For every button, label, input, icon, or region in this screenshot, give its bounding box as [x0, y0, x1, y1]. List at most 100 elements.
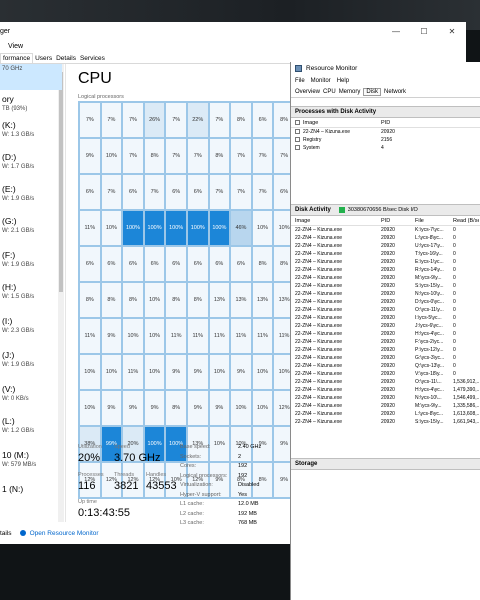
- col-image[interactable]: Image: [291, 120, 381, 126]
- processor-cell: 11%: [165, 318, 187, 354]
- processor-cell: 10%: [122, 318, 144, 354]
- disk-row[interactable]: 22-ZN4 – Kizuna.exe 20920 L:\ycs-8\yc... 0: [291, 234, 480, 242]
- spec-value: 2.40 GHz: [238, 444, 262, 450]
- open-resource-monitor-link[interactable]: Open Resource Monitor: [30, 530, 99, 537]
- select-all-checkbox[interactable]: [295, 119, 300, 125]
- disk-row[interactable]: 22-ZN4 – Kizuna.exe 20920 N:\ycs-10\y... 0: [291, 290, 480, 298]
- sidebar-item-sub: 70 GHz: [2, 66, 23, 72]
- disk-image: 22-ZN4 – Kizuna.exe: [295, 227, 342, 233]
- disk-row[interactable]: 22-ZN4 – Kizuna.exe 20920 O:\ycs-11\... 1,5…: [291, 378, 480, 386]
- menu-file[interactable]: File: [295, 78, 305, 84]
- process-row[interactable]: Registry 2156: [291, 136, 480, 144]
- col-file[interactable]: File: [415, 218, 453, 224]
- rm-title: Resource Monitor: [306, 65, 358, 72]
- processor-cell: 9%: [143, 390, 166, 426]
- disk-row[interactable]: 22-ZN4 – Kizuna.exe 20920 L:\ycs-8\yc... 1,…: [291, 410, 480, 418]
- disk-activity-title: Disk Activity: [295, 207, 331, 213]
- tab-memory[interactable]: Memory: [339, 89, 361, 95]
- disk-row[interactable]: 22-ZN4 – Kizuna.exe 20920 G:\ycs-3\yc... 0: [291, 354, 480, 362]
- processor-cell: 9%: [100, 390, 123, 426]
- tab-network[interactable]: Network: [384, 89, 406, 95]
- process-row[interactable]: System 4: [291, 144, 480, 152]
- disk-row[interactable]: 22-ZN4 – Kizuna.exe 20920 P:\ycs-12\y... 0: [291, 346, 480, 354]
- tab-details[interactable]: Details: [54, 54, 78, 63]
- col-pid[interactable]: PID: [381, 120, 415, 126]
- sidebar-item[interactable]: (D:) W: 1.7 GB/s: [0, 152, 62, 182]
- sidebar-item[interactable]: (V:) W: 0 KB/s: [0, 384, 62, 414]
- sidebar-item[interactable]: (G:) W: 2.1 GB/s: [0, 216, 62, 246]
- disk-row[interactable]: 22-ZN4 – Kizuna.exe 20920 S:\ycs-15\y... 1,…: [291, 418, 480, 426]
- processor-row: 10% 10% 11% 10% 9% 9% 10% 9% 10% 10%: [79, 354, 295, 390]
- processes-section-header[interactable]: Processes with Disk Activity: [291, 106, 480, 118]
- disk-activity-header[interactable]: Disk Activity 30380670656 B/sec Disk I/O: [291, 204, 480, 216]
- disk-image: 22-ZN4 – Kizuna.exe: [295, 267, 342, 273]
- disk-row[interactable]: 22-ZN4 – Kizuna.exe 20920 K:\ycs-7\yc... 0: [291, 226, 480, 234]
- disk-row[interactable]: 22-ZN4 – Kizuna.exe 20920 M:\ycs-9\y... 0: [291, 274, 480, 282]
- disk-row[interactable]: 22-ZN4 – Kizuna.exe 20920 S:\ycs-15\y... 0: [291, 282, 480, 290]
- window-controls: — ☐ ✕: [382, 22, 466, 40]
- disk-row[interactable]: 22-ZN4 – Kizuna.exe 20920 Q:\ycs-13\y... 0: [291, 362, 480, 370]
- process-image: Registry: [291, 137, 381, 143]
- disk-row[interactable]: 22-ZN4 – Kizuna.exe 20920 R:\ycs-14\y... 0: [291, 266, 480, 274]
- tab-overview[interactable]: Overview: [295, 89, 320, 95]
- sidebar-item[interactable]: (H:) W: 1.5 GB/s: [0, 282, 62, 312]
- sidebar-item[interactable]: (I:) W: 2.3 GB/s: [0, 316, 62, 346]
- tab-services[interactable]: Services: [78, 54, 107, 63]
- minimize-icon[interactable]: —: [382, 22, 410, 40]
- menu-help[interactable]: Help: [337, 78, 349, 84]
- disk-pid: 20920: [381, 339, 395, 345]
- disk-row[interactable]: 22-ZN4 – Kizuna.exe 20920 D:\ycs-0\yc... 0: [291, 298, 480, 306]
- disk-row[interactable]: 22-ZN4 – Kizuna.exe 20920 H:\ycs-4\yc... 1,…: [291, 386, 480, 394]
- col-image[interactable]: Image: [291, 218, 381, 224]
- processor-row: 7% 7% 7% 26% 7% 22% 7% 8% 6% 8%: [79, 102, 295, 138]
- sidebar-item[interactable]: 10 (M:) W: 579 MB/s: [0, 450, 62, 480]
- sidebar-item[interactable]: (K:) W: 1.3 GB/s: [0, 120, 62, 150]
- maximize-icon[interactable]: ☐: [410, 22, 438, 40]
- disk-row[interactable]: 22-ZN4 – Kizuna.exe 20920 N:\ycs-10\... 1,5…: [291, 394, 480, 402]
- disk-row[interactable]: 22-ZN4 – Kizuna.exe 20920 H:\ycs-4\yc... 0: [291, 330, 480, 338]
- disk-row[interactable]: 22-ZN4 – Kizuna.exe 20920 U:\ycs-17\y... 0: [291, 242, 480, 250]
- disk-row[interactable]: 22-ZN4 – Kizuna.exe 20920 J:\ycs-6\yc... 0: [291, 322, 480, 330]
- storage-section-header[interactable]: Storage: [291, 458, 480, 470]
- close-icon[interactable]: ✕: [438, 22, 466, 40]
- processor-cell: 8%: [230, 102, 252, 138]
- tab-users[interactable]: Users: [33, 54, 54, 63]
- sidebar-item-label: (J:): [2, 350, 15, 360]
- processor-cell: 9%: [186, 390, 209, 426]
- disk-read: 0: [453, 227, 456, 233]
- disk-row[interactable]: 22-ZN4 – Kizuna.exe 20920 T:\ycs-16\y... 0: [291, 250, 480, 258]
- processor-cell: 9%: [208, 390, 231, 426]
- disk-row[interactable]: 22-ZN4 – Kizuna.exe 20920 I:\ycs-5\yc... 0: [291, 314, 480, 322]
- tab-cpu[interactable]: CPU: [323, 89, 336, 95]
- col-read[interactable]: Read (B/sec): [453, 218, 479, 224]
- processor-cell: 10%: [251, 210, 274, 246]
- disk-row[interactable]: 22-ZN4 – Kizuna.exe 20920 F:\ycs-2\yc... 0: [291, 338, 480, 346]
- sidebar-item[interactable]: (E:) W: 1.9 GB/s: [0, 184, 62, 214]
- tab-disk[interactable]: Disk: [363, 87, 382, 96]
- disk-file: L:\ycs-8\yc...: [415, 411, 444, 417]
- fewer-details-link[interactable]: tails: [0, 530, 12, 537]
- processor-cell: 6%: [100, 246, 123, 282]
- process-checkbox[interactable]: [295, 129, 300, 135]
- sidebar-item[interactable]: (F:) W: 1.9 GB/s: [0, 250, 62, 280]
- disk-row[interactable]: 22-ZN4 – Kizuna.exe 20920 E:\ycs-1\yc... 0: [291, 258, 480, 266]
- disk-row[interactable]: 22-ZN4 – Kizuna.exe 20920 M:\ycs-9\y... 1,3…: [291, 402, 480, 410]
- process-checkbox[interactable]: [295, 145, 300, 151]
- resource-monitor-icon: [19, 530, 26, 536]
- disk-row[interactable]: 22-ZN4 – Kizuna.exe 20920 O:\ycs-11\y... 0: [291, 306, 480, 314]
- sidebar-item-label: (V:): [2, 384, 16, 394]
- col-pid[interactable]: PID: [381, 218, 415, 224]
- spec-label: Hyper-V support:: [180, 491, 222, 498]
- process-checkbox[interactable]: [295, 137, 300, 143]
- sidebar-item[interactable]: 70 GHz: [0, 64, 62, 90]
- tab-performance[interactable]: formance: [0, 53, 34, 63]
- menu-monitor[interactable]: Monitor: [311, 78, 331, 84]
- disk-row[interactable]: 22-ZN4 – Kizuna.exe 20920 V:\ycs-18\y... 0: [291, 370, 480, 378]
- sidebar-item[interactable]: 1 (N:): [0, 484, 62, 514]
- process-row[interactable]: 22-ZN4 – Kizuna.exe 20920: [291, 128, 480, 136]
- menu-view[interactable]: View: [8, 43, 23, 50]
- sidebar-item[interactable]: (L:) W: 1.2 GB/s: [0, 416, 62, 446]
- spec-label: Logical processors:: [180, 472, 228, 479]
- spec-label: L2 cache:: [180, 510, 204, 517]
- sidebar-item[interactable]: (J:) W: 1.9 GB/s: [0, 350, 62, 380]
